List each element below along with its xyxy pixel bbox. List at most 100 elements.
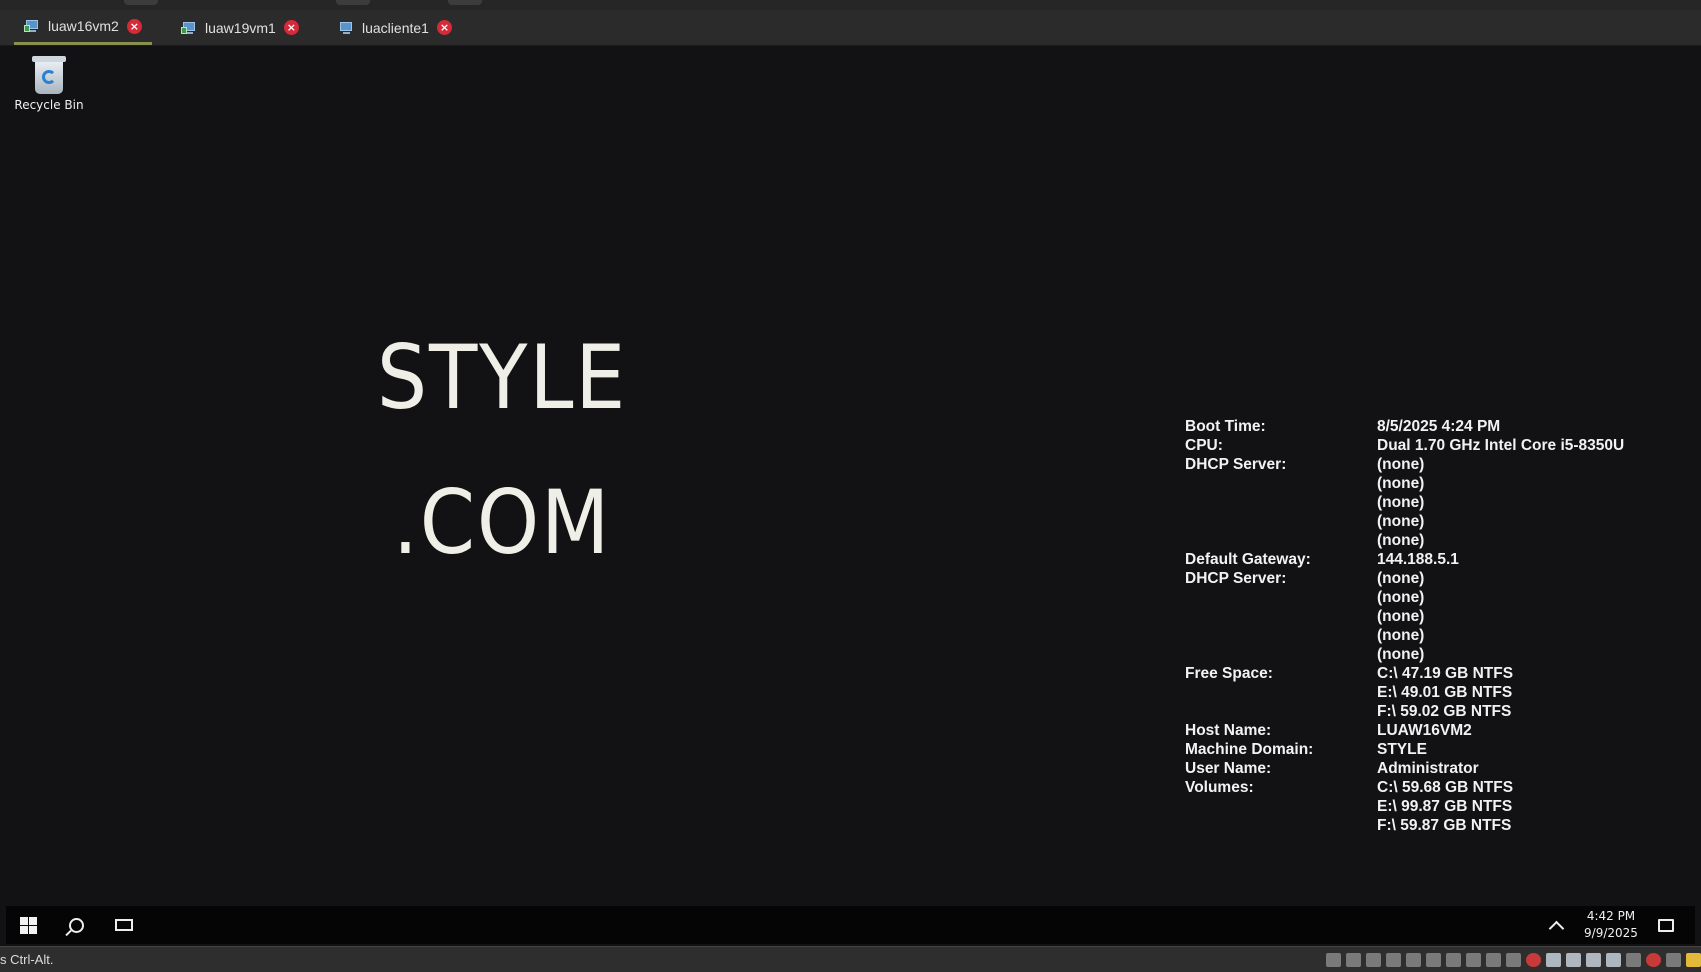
bginfo-row: Free Space: C:\ 47.19 GB NTFS: [1185, 664, 1624, 683]
bginfo-key: User Name:: [1185, 760, 1272, 777]
bginfo-key: [1185, 702, 1377, 721]
recycle-bin-shortcut[interactable]: Recycle Bin: [12, 54, 86, 112]
tab-luaw16vm2[interactable]: luaw16vm2 ×: [14, 10, 152, 45]
bginfo-row: Default Gateway: 144.188.5.1: [1185, 550, 1624, 569]
bginfo-key: [1185, 493, 1377, 512]
bginfo-row: F:\ 59.02 GB NTFS: [1185, 702, 1624, 721]
brand-line-1: STYLE: [376, 326, 628, 429]
windows-logo-icon: [19, 916, 37, 934]
disk-icon[interactable]: [1426, 953, 1441, 967]
disk-icon[interactable]: [1366, 953, 1381, 967]
bginfo-row: Volumes: C:\ 59.68 GB NTFS: [1185, 778, 1624, 797]
taskbar-clock[interactable]: 4:42 PM 9/9/2025: [1576, 908, 1646, 942]
bginfo-value: (none): [1377, 627, 1425, 644]
disk-icon[interactable]: [1486, 953, 1501, 967]
host-top-handle: [336, 0, 370, 5]
bginfo-key: Volumes:: [1185, 779, 1254, 796]
bginfo-row: CPU: Dual 1.70 GHz Intel Core i5-8350U: [1185, 436, 1624, 455]
bginfo-key: [1185, 588, 1377, 607]
action-center-button[interactable]: [1646, 906, 1686, 944]
tab-label: luaw16vm2: [48, 18, 119, 34]
status-icons: [1326, 953, 1701, 967]
bginfo-row: (none): [1185, 645, 1624, 664]
bginfo-row: Host Name: LUAW16VM2: [1185, 721, 1624, 740]
notification-icon: [1658, 918, 1674, 932]
bginfo-value: (none): [1377, 589, 1425, 606]
printer-icon[interactable]: [1666, 953, 1681, 967]
task-view-icon: [115, 919, 133, 931]
bginfo-value: (none): [1377, 570, 1425, 587]
cd-icon[interactable]: [1526, 953, 1541, 967]
bginfo-value: (none): [1377, 608, 1425, 625]
bginfo-key: [1185, 607, 1377, 626]
remote-taskbar: 4:42 PM 9/9/2025: [6, 906, 1695, 944]
close-icon[interactable]: ×: [283, 20, 299, 35]
bginfo-key: [1185, 474, 1377, 493]
bginfo-value: (none): [1377, 532, 1425, 549]
tab-luacliente1[interactable]: luacliente1 ×: [328, 10, 462, 45]
network-icon[interactable]: [1546, 953, 1561, 967]
audio-icon[interactable]: [1626, 953, 1641, 967]
bginfo-value: Dual 1.70 GHz Intel Core i5-8350U: [1377, 437, 1625, 454]
bginfo-row: (none): [1185, 493, 1624, 512]
close-icon[interactable]: ×: [126, 18, 142, 34]
bginfo-key: Free Space:: [1185, 665, 1273, 682]
disk-icon[interactable]: [1506, 953, 1521, 967]
bginfo-row: DHCP Server: (none): [1185, 569, 1624, 588]
bginfo-key: [1185, 683, 1377, 702]
task-view-button[interactable]: [102, 906, 146, 944]
bginfo-value: E:\ 49.01 GB NTFS: [1377, 684, 1513, 701]
bginfo-key: [1185, 626, 1377, 645]
bginfo-row: DHCP Server: (none): [1185, 455, 1624, 474]
disk-icon[interactable]: [1466, 953, 1481, 967]
bginfo-key: [1185, 531, 1377, 550]
network-icon[interactable]: [1586, 953, 1601, 967]
bginfo-value: 8/5/2025 4:24 PM: [1377, 418, 1501, 435]
bginfo-row: (none): [1185, 512, 1624, 531]
recycle-bin-label: Recycle Bin: [14, 98, 84, 112]
bginfo-value: (none): [1377, 513, 1425, 530]
remote-desktop[interactable]: Recycle Bin STYLE .COM Boot Time: 8/5/202…: [6, 46, 1695, 905]
release-keys-hint: s Ctrl-Alt.: [0, 952, 54, 967]
bginfo-value: (none): [1377, 475, 1425, 492]
wallpaper-brand: STYLE .COM: [362, 326, 642, 574]
disk-icon[interactable]: [1346, 953, 1361, 967]
display-icon[interactable]: [1646, 953, 1661, 967]
show-hidden-icons-button[interactable]: [1541, 906, 1571, 944]
bginfo-key: Host Name:: [1185, 722, 1272, 739]
bginfo-row: (none): [1185, 588, 1624, 607]
clock-date: 9/9/2025: [1584, 926, 1638, 940]
search-icon: [68, 917, 84, 933]
bginfo-key: [1185, 512, 1377, 531]
start-button[interactable]: [6, 906, 50, 944]
disk-icon[interactable]: [1446, 953, 1461, 967]
bginfo-value: 144.188.5.1: [1377, 551, 1459, 568]
tab-luaw19vm1[interactable]: luaw19vm1 ×: [171, 10, 309, 45]
bginfo-row: (none): [1185, 531, 1624, 550]
host-top-handle: [124, 0, 158, 5]
bginfo-key: Boot Time:: [1185, 418, 1266, 435]
bginfo-key: CPU:: [1185, 437, 1223, 454]
close-icon[interactable]: ×: [436, 20, 452, 35]
network-icon[interactable]: [1566, 953, 1581, 967]
bginfo-row: F:\ 59.87 GB NTFS: [1185, 816, 1624, 835]
search-button[interactable]: [54, 906, 98, 944]
disk-icon[interactable]: [1326, 953, 1341, 967]
clock-time: 4:42 PM: [1586, 909, 1636, 923]
message-icon[interactable]: [1686, 953, 1701, 967]
bginfo-value: (none): [1377, 494, 1425, 511]
bginfo-value: LUAW16VM2: [1377, 722, 1472, 739]
bginfo-value: F:\ 59.87 GB NTFS: [1377, 817, 1512, 834]
bginfo-value: (none): [1377, 456, 1425, 473]
bginfo-row: (none): [1185, 474, 1624, 493]
bginfo-key: [1185, 816, 1377, 835]
network-icon[interactable]: [1606, 953, 1621, 967]
bginfo-key: Machine Domain:: [1185, 741, 1314, 758]
host-status-bar: s Ctrl-Alt.: [0, 946, 1701, 972]
bginfo-row: User Name: Administrator: [1185, 759, 1624, 778]
bginfo-value: (none): [1377, 646, 1425, 663]
disk-icon[interactable]: [1386, 953, 1401, 967]
bginfo-value: STYLE: [1377, 741, 1427, 758]
bginfo-key: DHCP Server:: [1185, 456, 1287, 473]
disk-icon[interactable]: [1406, 953, 1421, 967]
